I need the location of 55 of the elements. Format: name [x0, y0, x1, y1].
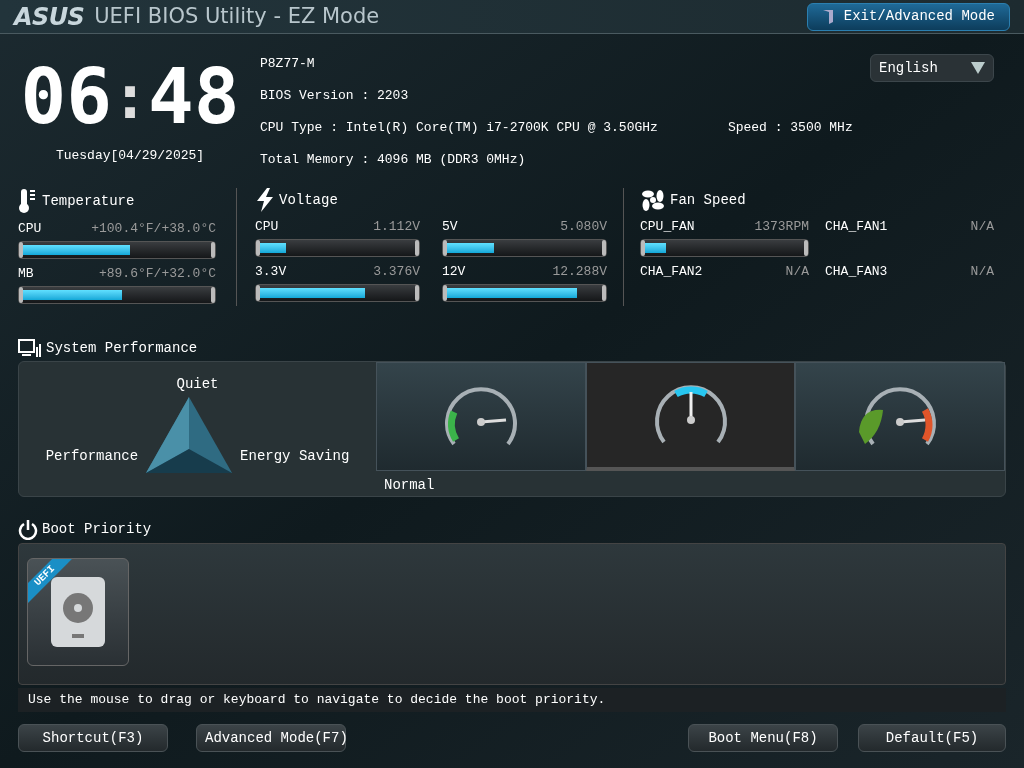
performance-mode[interactable] — [795, 362, 1005, 471]
hint-bar: Use the mouse to drag or keyboard to navigate to decide the boot priority. — [18, 688, 1006, 712]
footer-button[interactable]: Default(F5) — [858, 724, 1006, 752]
total-memory: Total Memory : 4096 MB (DDR3 0MHz) — [260, 151, 527, 169]
sensor-label: CPU — [18, 220, 42, 238]
section-title: System Performance — [46, 339, 198, 358]
clock-display: 06:48 — [20, 54, 240, 140]
power-icon — [18, 519, 38, 540]
sensor-reading: 5.080V — [560, 218, 607, 236]
caret-icon — [971, 62, 985, 74]
sensor-reading: N/A — [785, 263, 809, 281]
section-title: Boot Priority — [42, 520, 152, 539]
performance-mode[interactable] — [585, 362, 796, 471]
sensor-reading: 1373RPM — [754, 218, 809, 236]
sensor-label: 12V — [442, 263, 466, 281]
language-dropdown[interactable]: English — [870, 54, 994, 82]
date-label: Tuesday[04/29/2025] — [55, 147, 205, 165]
sensor-label: CHA_FAN1 — [825, 218, 888, 236]
sensor-label: 3.3V — [255, 263, 287, 281]
lightning-icon — [255, 188, 275, 212]
sensor-label: CPU_FAN — [640, 218, 695, 236]
exit-button[interactable]: Exit/Advanced Mode — [806, 2, 1010, 31]
cpu-speed: Speed : 3500 MHz — [727, 119, 853, 137]
sensor-reading: 3.376V — [373, 263, 420, 281]
section-title: Temperature — [42, 191, 135, 211]
sensor-reading: 1.112V — [373, 218, 420, 236]
footer-button[interactable]: Advanced Mode(F7) — [196, 724, 346, 752]
energy-saving-label: Energy Saving — [240, 447, 350, 466]
cpu-type: CPU Type : Intel(R) Core(TM) i7-2700K CPU @ 3.50GHz — [260, 119, 658, 137]
window-title: UEFI BIOS Utility - EZ Mode — [94, 2, 380, 30]
performance-label: Performance — [45, 447, 139, 466]
sensor-label: CHA_FAN3 — [825, 263, 888, 281]
sensor-reading: N/A — [970, 263, 994, 281]
sensor-reading: +100.4°F/+38.0°C — [91, 220, 216, 238]
mode-label: Normal — [383, 476, 436, 495]
fan-icon — [640, 188, 666, 212]
footer-button[interactable]: Shortcut(F3) — [18, 724, 168, 752]
section-title: Voltage — [279, 190, 338, 210]
performance-mode[interactable] — [376, 362, 586, 471]
sensor-label: MB — [18, 265, 34, 283]
sensor-reading: +89.6°F/+32.0°C — [98, 265, 216, 283]
sensor-reading: 12.288V — [552, 263, 607, 281]
model-label: P8Z77-M — [260, 55, 316, 73]
thermometer-icon — [18, 188, 38, 214]
section-title: Fan Speed — [670, 190, 746, 210]
triangle-icon — [146, 397, 233, 473]
bios-version: BIOS Version : 2203 — [260, 87, 410, 105]
footer-button[interactable]: Boot Menu(F8) — [688, 724, 838, 752]
sensor-label: 5V — [442, 218, 458, 236]
logo: ASUS — [14, 1, 85, 33]
sensor-label: CPU — [255, 218, 279, 236]
monitor-icon — [18, 338, 42, 359]
quiet-label: Quiet — [176, 375, 219, 394]
sensor-label: CHA_FAN2 — [640, 263, 703, 281]
sensor-reading: N/A — [970, 218, 994, 236]
